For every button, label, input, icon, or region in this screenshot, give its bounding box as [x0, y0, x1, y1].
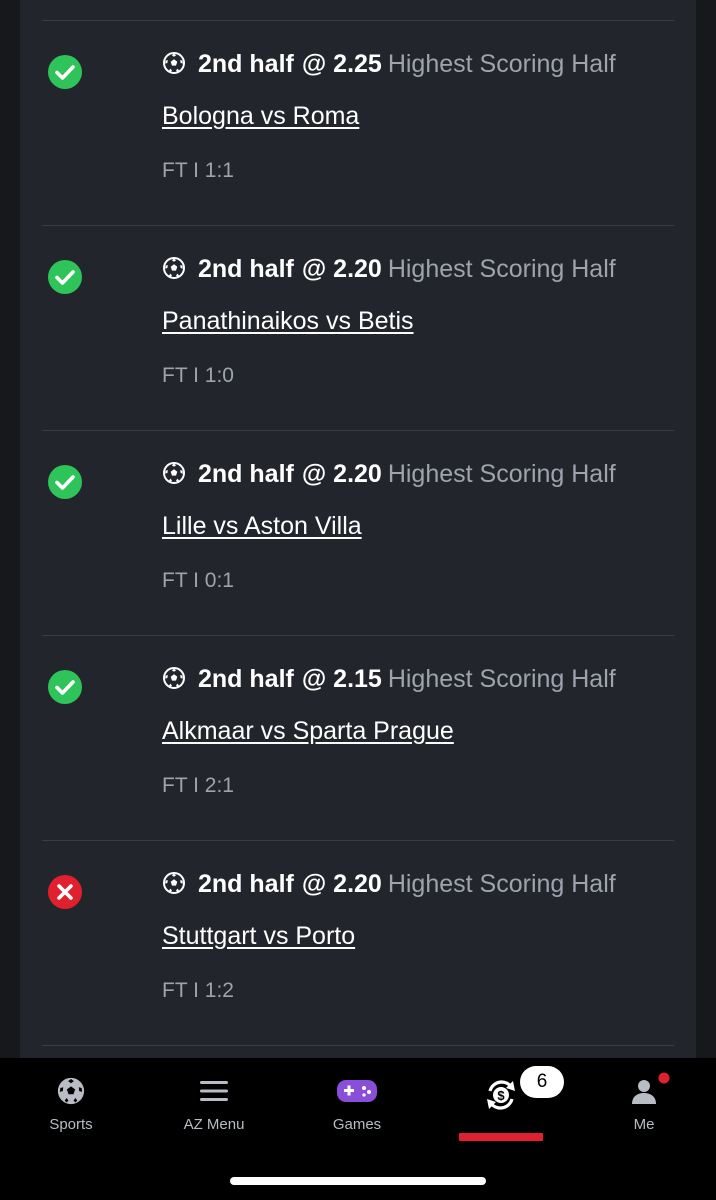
bets-count-badge: 6	[520, 1066, 564, 1098]
bet-selection: 2nd half	[198, 870, 294, 898]
match-result: FT I 0:1	[162, 569, 234, 592]
bet-selection: 2nd half	[198, 460, 294, 488]
bet-selection-line: 2nd half @ 2.25 Highest Scoring Half	[162, 49, 616, 79]
won-check-icon	[48, 670, 82, 704]
bet-selection: 2nd half	[198, 255, 294, 283]
bet-selection-line: 2nd half @ 2.20 Highest Scoring Half	[162, 459, 616, 489]
match-link[interactable]: Alkmaar vs Sparta Prague	[162, 716, 454, 746]
cashout-refresh-icon: $	[487, 1080, 515, 1110]
home-indicator[interactable]	[230, 1177, 486, 1185]
soccer-ball-icon	[57, 1077, 85, 1105]
hamburger-menu-icon	[200, 1081, 228, 1101]
bet-row[interactable]: 2nd half @ 2.20 Highest Scoring Half Panat…	[42, 225, 674, 430]
bet-odds: @ 2.20	[301, 255, 382, 283]
bet-row[interactable]: 2nd half @ 2.15 Highest Scoring Half Alkma…	[42, 635, 674, 840]
match-result: FT I 1:1	[162, 159, 234, 182]
bet-market: Highest Scoring Half	[387, 255, 616, 283]
active-tab-indicator	[459, 1133, 543, 1141]
bet-selection: 2nd half	[198, 665, 294, 693]
bet-odds: @ 2.15	[301, 665, 382, 693]
nav-games[interactable]: Games	[297, 1058, 417, 1148]
match-link[interactable]: Lille vs Aston Villa	[162, 511, 362, 541]
bet-odds: @ 2.25	[301, 50, 382, 78]
won-check-icon	[48, 260, 82, 294]
nav-sports[interactable]: Sports	[11, 1058, 131, 1148]
match-result: FT I 1:2	[162, 979, 234, 1002]
soccer-ball-icon	[162, 256, 186, 280]
bet-list-card: 2nd half @ 2.25 Highest Scoring Half Bolog…	[20, 0, 696, 1058]
bet-market: Highest Scoring Half	[387, 50, 616, 78]
won-check-icon	[48, 465, 82, 499]
nav-me[interactable]: Me	[584, 1058, 704, 1148]
soccer-ball-icon	[162, 51, 186, 75]
bet-odds: @ 2.20	[301, 460, 382, 488]
bet-selection-line: 2nd half @ 2.20 Highest Scoring Half	[162, 869, 616, 899]
nav-games-label: Games	[332, 1116, 382, 1133]
bet-selection-line: 2nd half @ 2.20 Highest Scoring Half	[162, 254, 616, 284]
bet-market: Highest Scoring Half	[387, 665, 616, 693]
match-link[interactable]: Panathinaikos vs Betis	[162, 306, 414, 336]
nav-sports-label: Sports	[49, 1116, 93, 1133]
bet-market: Highest Scoring Half	[387, 870, 616, 898]
lost-x-icon	[48, 875, 82, 909]
bet-row[interactable]: 2nd half @ 2.25 Highest Scoring Half Bolog…	[42, 20, 674, 225]
match-result: FT I 2:1	[162, 774, 234, 797]
match-link[interactable]: Stuttgart vs Porto	[162, 921, 355, 951]
nav-az-menu[interactable]: AZ Menu	[154, 1058, 274, 1148]
match-result: FT I 1:0	[162, 364, 234, 387]
soccer-ball-icon	[162, 666, 186, 690]
bet-odds: @ 2.20	[301, 870, 382, 898]
soccer-ball-icon	[162, 871, 186, 895]
svg-text:$: $	[497, 1088, 505, 1103]
match-link[interactable]: Bologna vs Roma	[162, 101, 359, 131]
bet-selection-line: 2nd half @ 2.15 Highest Scoring Half	[162, 664, 616, 694]
notification-dot-icon	[658, 1072, 670, 1084]
won-check-icon	[48, 55, 82, 89]
user-avatar-icon	[632, 1080, 656, 1104]
bet-row-partial	[42, 1045, 674, 1058]
gamepad-icon	[337, 1080, 377, 1102]
nav-az-menu-label: AZ Menu	[183, 1116, 245, 1133]
soccer-ball-icon	[162, 461, 186, 485]
bet-row[interactable]: 2nd half @ 2.20 Highest Scoring Half Stutt…	[42, 840, 674, 1045]
bet-market: Highest Scoring Half	[387, 460, 616, 488]
bet-row[interactable]: 2nd half @ 2.20 Highest Scoring Half Lille…	[42, 430, 674, 635]
nav-me-label: Me	[633, 1116, 655, 1133]
bet-selection: 2nd half	[198, 50, 294, 78]
